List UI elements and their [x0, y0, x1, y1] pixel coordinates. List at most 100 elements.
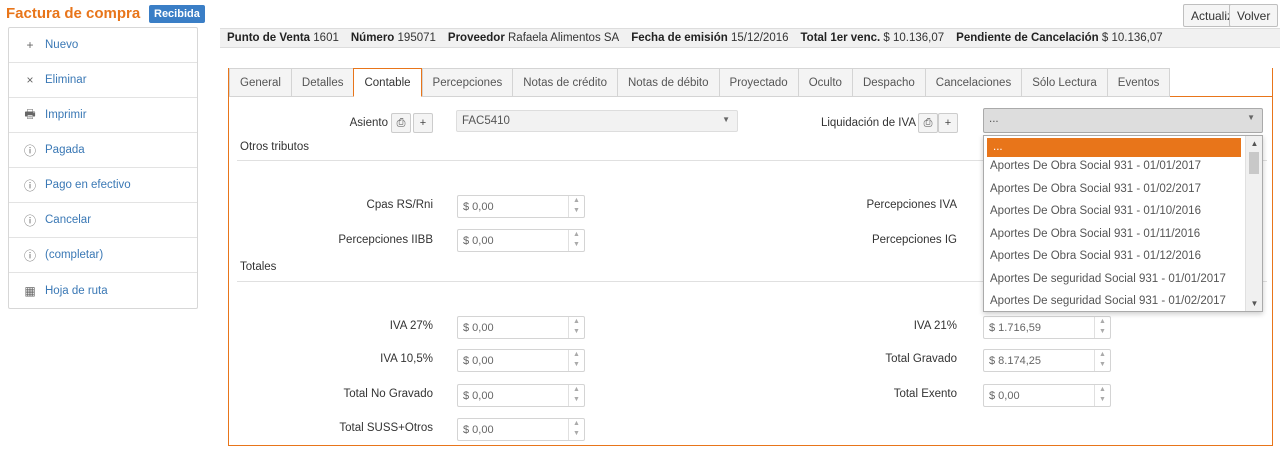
- sidebar-item-label: Eliminar: [45, 74, 87, 86]
- asiento-select[interactable]: FAC5410 ▼: [456, 110, 738, 132]
- iva105-input[interactable]: $ 0,00 ▲ ▼: [457, 349, 585, 372]
- print-icon[interactable]: ⎙: [918, 113, 938, 133]
- info-icon: ⓘ: [23, 143, 36, 158]
- sidebar-item-label: Imprimir: [45, 109, 87, 121]
- tab-contable[interactable]: Contable: [353, 68, 422, 97]
- sidebar-item-hoja-ruta[interactable]: ▦ Hoja de ruta: [9, 273, 197, 308]
- dropdown-option[interactable]: Aportes De seguridad Social 931 - 01/02/…: [984, 292, 1262, 311]
- total-no-gravado-input[interactable]: $ 0,00 ▲ ▼: [457, 384, 585, 407]
- tab-general[interactable]: General: [229, 68, 291, 97]
- stepper-icon[interactable]: ▲ ▼: [568, 350, 584, 371]
- total-gravado-label: Total Gravado: [885, 353, 957, 365]
- print-icon[interactable]: ⎙: [391, 113, 411, 133]
- dropdown-scrollbar[interactable]: ▲ ▼: [1245, 136, 1262, 311]
- sidebar-item-label: Nuevo: [45, 39, 79, 51]
- cpas-label: Cpas RS/Rni: [366, 199, 433, 211]
- dropdown-option[interactable]: ...: [987, 138, 1241, 157]
- iva27-label: IVA 27%: [389, 320, 433, 332]
- iva27-input[interactable]: $ 0,00 ▲ ▼: [457, 316, 585, 339]
- info-total-venc: Total 1er venc. $ 10.136,07: [800, 32, 945, 44]
- tab-detalles[interactable]: Detalles: [290, 68, 354, 97]
- tab-notas-credito[interactable]: Notas de crédito: [512, 68, 617, 97]
- info-numero: Número 195071: [350, 32, 436, 44]
- sidebar-item-completar[interactable]: ⓘ (completar): [9, 238, 197, 273]
- iva105-label: IVA 10,5%: [380, 353, 433, 365]
- stepper-icon[interactable]: ▲ ▼: [568, 385, 584, 406]
- tab-despacho[interactable]: Despacho: [851, 68, 925, 97]
- tab-oculto[interactable]: Oculto: [797, 68, 852, 97]
- perc-ig-label: Percepciones IG: [871, 234, 957, 246]
- add-icon[interactable]: +: [413, 113, 433, 133]
- iva21-label: IVA 21%: [913, 320, 957, 332]
- asiento-value: FAC5410: [462, 115, 510, 127]
- total-gravado-input[interactable]: $ 8.174,25 ▲ ▼: [983, 349, 1111, 372]
- scroll-thumb[interactable]: [1249, 152, 1259, 174]
- info-icon: ⓘ: [23, 248, 36, 263]
- total-no-gravado-label: Total No Gravado: [343, 388, 434, 400]
- stepper-icon[interactable]: ▲ ▼: [1094, 385, 1110, 406]
- tab-eventos[interactable]: Eventos: [1106, 68, 1171, 97]
- perc-iva-label: Percepciones IVA: [866, 199, 957, 211]
- sidebar-item-pago-efectivo[interactable]: ⓘ Pago en efectivo: [9, 168, 197, 203]
- chevron-down-icon: ▼: [722, 115, 730, 124]
- tab-solo-lectura[interactable]: Sólo Lectura: [1021, 68, 1107, 97]
- sidebar-item-label: (completar): [45, 249, 104, 261]
- calendar-icon: ▦: [24, 283, 36, 298]
- sidebar-item-label: Cancelar: [45, 214, 92, 226]
- sidebar-item-eliminar[interactable]: × Eliminar: [9, 63, 197, 98]
- info-icon: ⓘ: [23, 213, 36, 228]
- iva21-input[interactable]: $ 1.716,59 ▲ ▼: [983, 316, 1111, 339]
- scroll-down-icon[interactable]: ▼: [1246, 299, 1262, 308]
- stepper-icon[interactable]: ▲ ▼: [1094, 317, 1110, 338]
- dropdown-option[interactable]: Aportes De Obra Social 931 - 01/12/2016: [984, 247, 1262, 270]
- cpas-input[interactable]: $ 0,00 ▲ ▼: [457, 195, 585, 218]
- perc-iibb-label: Percepciones IIBB: [338, 234, 433, 246]
- total-exento-label: Total Exento: [893, 388, 957, 400]
- stepper-icon[interactable]: ▲ ▼: [568, 196, 584, 217]
- chevron-down-icon: ▼: [1247, 113, 1255, 122]
- info-pendiente: Pendiente de Cancelación $ 10.136,07: [956, 32, 1163, 44]
- tab-notas-debito[interactable]: Notas de débito: [616, 68, 719, 97]
- dropdown-option[interactable]: Aportes De Obra Social 931 - 01/11/2016: [984, 225, 1262, 248]
- back-button[interactable]: Volver: [1229, 4, 1279, 27]
- perc-iibb-input[interactable]: $ 0,00 ▲ ▼: [457, 229, 585, 252]
- close-icon: ×: [26, 73, 34, 87]
- stepper-icon[interactable]: ▲ ▼: [568, 317, 584, 338]
- dropdown-option[interactable]: Aportes De seguridad Social 931 - 01/01/…: [984, 270, 1262, 293]
- sidebar-item-label: Pago en efectivo: [45, 179, 131, 191]
- total-exento-input[interactable]: $ 0,00 ▲ ▼: [983, 384, 1111, 407]
- dropdown-option[interactable]: Aportes De Obra Social 931 - 01/01/2017: [984, 157, 1262, 180]
- plus-icon: +: [26, 38, 34, 52]
- section-totales: Totales: [240, 261, 277, 273]
- stepper-icon[interactable]: ▲ ▼: [568, 230, 584, 251]
- status-badge: Recibida: [149, 5, 205, 23]
- liquidacion-dropdown: ... Aportes De Obra Social 931 - 01/01/2…: [983, 135, 1263, 312]
- tab-proyectado[interactable]: Proyectado: [718, 68, 798, 97]
- dropdown-option[interactable]: Aportes De Obra Social 931 - 01/10/2016: [984, 202, 1262, 225]
- tab-percepciones[interactable]: Percepciones: [421, 68, 513, 97]
- add-icon[interactable]: +: [938, 113, 958, 133]
- sidebar-item-cancelar[interactable]: ⓘ Cancelar: [9, 203, 197, 238]
- liquidacion-label: Liquidación de IVA: [820, 117, 916, 129]
- sidebar-item-label: Pagada: [45, 144, 85, 156]
- liquidacion-value: ...: [989, 113, 999, 125]
- sidebar-item-nuevo[interactable]: + Nuevo: [9, 28, 197, 63]
- total-suss-input[interactable]: $ 0,00 ▲ ▼: [457, 418, 585, 441]
- print-icon: 🖶: [24, 106, 36, 121]
- scroll-up-icon[interactable]: ▲: [1246, 139, 1262, 148]
- tab-bar: General Detalles Contable Percepciones N…: [229, 68, 1171, 97]
- stepper-icon[interactable]: ▲ ▼: [1094, 350, 1110, 371]
- tab-cancelaciones[interactable]: Cancelaciones: [924, 68, 1022, 97]
- page-title: Factura de compra: [6, 5, 141, 22]
- info-proveedor: Proveedor Rafaela Alimentos SA: [447, 32, 620, 44]
- section-otros-tributos: Otros tributos: [240, 141, 310, 153]
- sidebar-item-label: Hoja de ruta: [45, 284, 108, 297]
- sidebar-item-pagada[interactable]: ⓘ Pagada: [9, 133, 197, 168]
- stepper-icon[interactable]: ▲ ▼: [568, 419, 584, 440]
- dropdown-option[interactable]: Aportes De Obra Social 931 - 01/02/2017: [984, 180, 1262, 203]
- info-punto-venta: Punto de Venta 1601: [227, 32, 339, 44]
- liquidacion-select[interactable]: ... ▼: [983, 108, 1263, 133]
- invoice-info-bar: Punto de Venta 1601 Número 195071 Provee…: [220, 28, 1280, 48]
- sidebar-item-imprimir[interactable]: 🖶 Imprimir: [9, 98, 197, 133]
- info-icon: ⓘ: [23, 178, 36, 193]
